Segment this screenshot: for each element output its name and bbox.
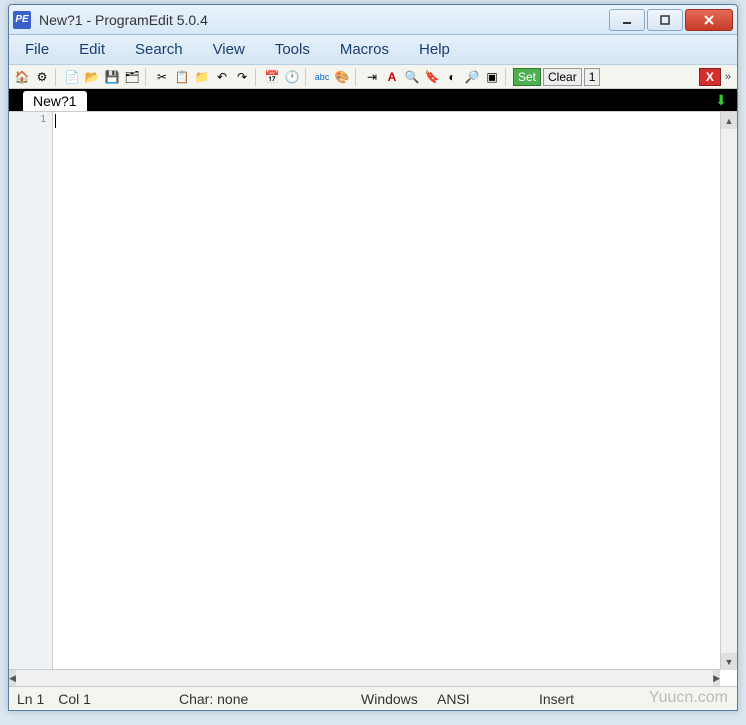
separator — [505, 68, 509, 86]
spellcheck-icon[interactable]: abc — [313, 68, 331, 86]
save-all-icon[interactable]: 🗂 — [123, 68, 141, 86]
menubar: File Edit Search View Tools Macros Help — [9, 35, 737, 65]
status-insert-mode: Insert — [539, 691, 574, 707]
line-gutter: 1 — [9, 112, 53, 670]
scroll-up-icon[interactable]: ▲ — [721, 112, 737, 129]
status-encoding: ANSI — [437, 691, 470, 707]
editor-area: 1 ▲ ▼ — [9, 111, 737, 670]
terminal-icon[interactable]: ▣ — [483, 68, 501, 86]
close-x-button[interactable]: X — [699, 68, 721, 86]
minimize-button[interactable] — [609, 9, 645, 31]
open-folder-icon[interactable]: 📂 — [83, 68, 101, 86]
menu-tools[interactable]: Tools — [269, 37, 316, 62]
overflow-icon[interactable]: » — [723, 71, 733, 83]
scroll-left-icon[interactable]: ◀ — [9, 670, 16, 687]
bookmark-icon[interactable]: 🔖 — [423, 68, 441, 86]
status-char: Char: none — [179, 691, 248, 707]
scroll-right-icon[interactable]: ▶ — [713, 670, 720, 687]
separator — [145, 68, 149, 86]
status-col: Col 1 — [58, 691, 91, 707]
maximize-button[interactable] — [647, 9, 683, 31]
menu-file[interactable]: File — [19, 37, 55, 62]
home-icon[interactable]: 🏠 — [13, 68, 31, 86]
scroll-track-h[interactable] — [16, 670, 713, 686]
separator — [305, 68, 309, 86]
menu-help[interactable]: Help — [413, 37, 456, 62]
text-editor[interactable] — [53, 112, 720, 670]
separator — [55, 68, 59, 86]
search-icon[interactable]: 🔍 — [403, 68, 421, 86]
palette-icon[interactable]: 🎨 — [333, 68, 351, 86]
undo-icon[interactable]: ↶ — [213, 68, 231, 86]
menu-view[interactable]: View — [207, 37, 251, 62]
gutter-line-1: 1 — [9, 112, 52, 125]
cut-icon[interactable]: ✂ — [153, 68, 171, 86]
separator — [255, 68, 259, 86]
find-in-files-icon[interactable]: 🔎 — [463, 68, 481, 86]
paste-icon[interactable]: 📁 — [193, 68, 211, 86]
redo-icon[interactable]: ↷ — [233, 68, 251, 86]
titlebar: PE New?1 - ProgramEdit 5.0.4 — [9, 5, 737, 35]
new-file-icon[interactable]: 📄 — [63, 68, 81, 86]
toolbar: 🏠 ⚙ 📄 📂 💾 🗂 ✂ 📋 📁 ↶ ↷ 📅 🕐 abc 🎨 ⇥ A 🔍 🔖 … — [9, 65, 737, 89]
menu-edit[interactable]: Edit — [73, 37, 111, 62]
menu-macros[interactable]: Macros — [334, 37, 395, 62]
bookmark-number[interactable]: 1 — [584, 68, 601, 86]
download-arrow-icon[interactable]: ⬇ — [715, 92, 727, 109]
close-button[interactable] — [685, 9, 733, 31]
watermark-text: Yuucn.com — [649, 689, 728, 707]
app-window: PE New?1 - ProgramEdit 5.0.4 File Edit S… — [8, 4, 738, 711]
vertical-scrollbar[interactable]: ▲ ▼ — [720, 112, 737, 670]
status-os: Windows — [361, 691, 418, 707]
window-controls — [609, 9, 733, 31]
text-cursor — [55, 114, 56, 128]
scroll-track[interactable] — [721, 129, 737, 653]
save-icon[interactable]: 💾 — [103, 68, 121, 86]
font-color-icon[interactable]: A — [383, 68, 401, 86]
date-icon[interactable]: 📅 — [263, 68, 281, 86]
status-line: Ln 1 — [17, 691, 44, 707]
clock-icon[interactable]: 🕐 — [283, 68, 301, 86]
scroll-down-icon[interactable]: ▼ — [721, 653, 737, 670]
set-button[interactable]: Set — [513, 68, 541, 86]
separator — [355, 68, 359, 86]
statusbar: Ln 1 Col 1 Char: none Windows ANSI Inser… — [9, 686, 737, 710]
gear-icon[interactable]: ⚙ — [33, 68, 51, 86]
tabstrip: New?1 ⬇ — [9, 89, 737, 111]
indent-icon[interactable]: ⇥ — [363, 68, 381, 86]
copy-icon[interactable]: 📋 — [173, 68, 191, 86]
menu-search[interactable]: Search — [129, 37, 189, 62]
window-title: New?1 - ProgramEdit 5.0.4 — [39, 12, 609, 28]
clear-button[interactable]: Clear — [543, 68, 582, 86]
toggle-icon[interactable]: ◐ — [443, 68, 461, 86]
horizontal-scrollbar[interactable]: ◀ ▶ — [9, 669, 720, 686]
app-icon: PE — [13, 11, 31, 29]
tab-new1[interactable]: New?1 — [23, 91, 87, 111]
